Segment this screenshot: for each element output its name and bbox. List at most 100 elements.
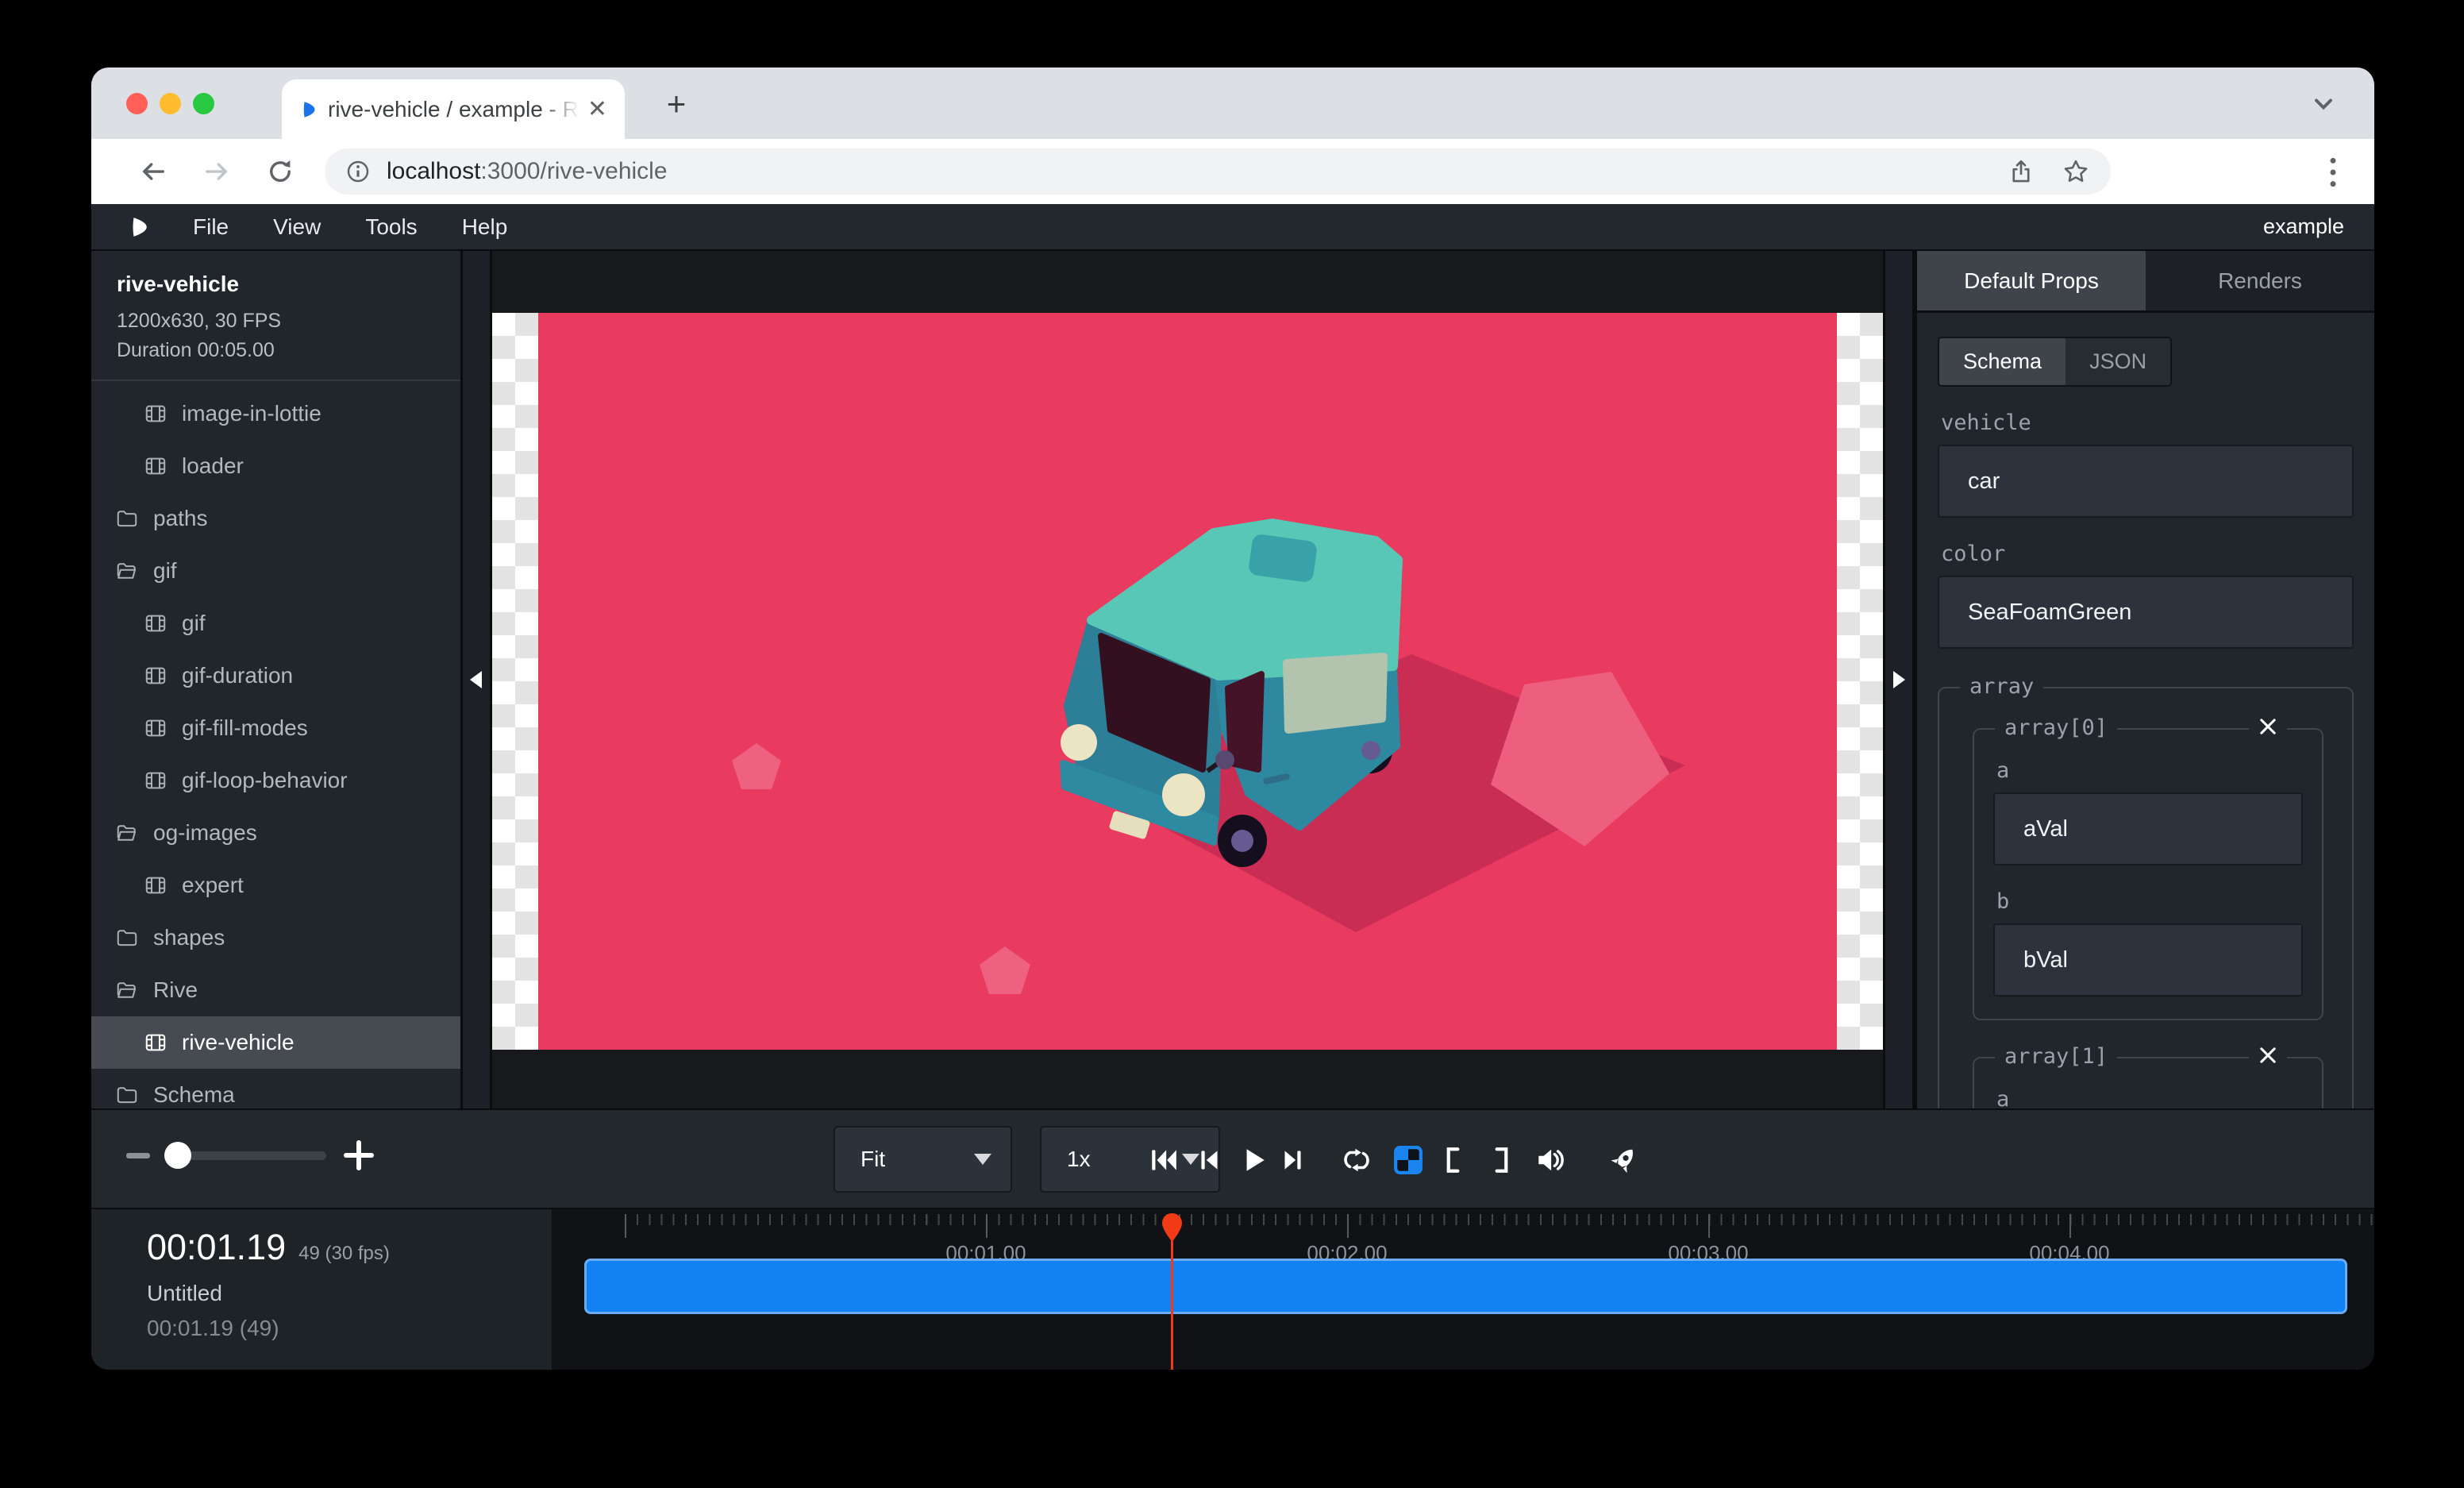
forward-icon[interactable] — [202, 157, 231, 186]
sidebar-item-gif-folder[interactable]: gif — [91, 545, 460, 597]
next-frame-icon[interactable] — [1277, 1145, 1307, 1175]
file-sidebar: rive-vehicle 1200x630, 30 FPS Duration 0… — [91, 251, 460, 1108]
item-label: shapes — [153, 925, 225, 950]
film-icon — [144, 454, 167, 478]
skip-to-start-icon[interactable] — [1149, 1145, 1179, 1175]
zoom-in-button[interactable] — [344, 1140, 374, 1170]
tab-default-props[interactable]: Default Props — [1917, 251, 2146, 310]
chevron-down-icon — [974, 1154, 991, 1165]
menu-help[interactable]: Help — [462, 214, 508, 240]
item-label: gif-duration — [182, 663, 293, 688]
timeline-track[interactable]: 00:01.00 00:02.00 00:03.00 00:04.00 — [552, 1209, 2374, 1370]
folder-icon — [115, 507, 139, 530]
app-logo-icon — [128, 215, 152, 239]
fit-dropdown[interactable]: Fit — [834, 1126, 1012, 1193]
back-icon[interactable] — [139, 157, 167, 186]
rocket-icon[interactable] — [1609, 1145, 1639, 1175]
sidebar-item-shapes[interactable]: shapes — [91, 912, 460, 964]
props-panel: Default Props Renders Schema JSON vehicl… — [1915, 251, 2374, 1108]
file-list: image-in-lottie loader paths gif — [91, 381, 460, 1108]
collapse-left-icon[interactable] — [470, 671, 482, 688]
close-icon — [2257, 1044, 2279, 1066]
film-icon — [144, 769, 167, 792]
vehicle-animation — [538, 313, 1837, 1050]
array-item-1-label: array[1] — [1995, 1044, 2117, 1069]
zoom-slider[interactable] — [167, 1151, 326, 1160]
project-header: rive-vehicle 1200x630, 30 FPS Duration 0… — [91, 251, 460, 381]
animation-canvas[interactable] — [538, 313, 1837, 1050]
sidebar-item-rive-vehicle[interactable]: rive-vehicle — [91, 1016, 460, 1069]
transparency-toggle-icon[interactable] — [1393, 1145, 1423, 1175]
speed-dropdown[interactable]: 1x — [1040, 1126, 1220, 1193]
vehicle-input[interactable]: car — [1938, 445, 2354, 518]
project-duration: Duration 00:05.00 — [117, 336, 437, 365]
browser-window: rive-vehicle / example - Remot ✕ + local… — [91, 67, 2374, 1370]
field-label-a: a — [1996, 1087, 2303, 1108]
array-0-b-input[interactable]: bVal — [1993, 923, 2303, 996]
loop-icon[interactable] — [1342, 1145, 1372, 1175]
array-0-a-input[interactable]: aVal — [1993, 792, 2303, 865]
sidebar-item-loader[interactable]: loader — [91, 440, 460, 492]
field-label-color: color — [1941, 542, 2354, 566]
sidebar-item-schema[interactable]: Schema — [91, 1069, 460, 1108]
film-icon — [144, 402, 167, 426]
item-label: Schema — [153, 1082, 235, 1108]
sidebar-item-gif-loop-behavior[interactable]: gif-loop-behavior — [91, 754, 460, 807]
time-ruler[interactable] — [552, 1214, 2374, 1241]
left-panel-splitter[interactable] — [460, 251, 492, 1108]
film-icon — [144, 873, 167, 897]
item-label: gif-fill-modes — [182, 715, 308, 741]
close-window-button[interactable] — [126, 93, 148, 114]
item-label: rive-vehicle — [182, 1030, 295, 1055]
toggle-schema[interactable]: Schema — [1939, 338, 2066, 385]
toggle-json[interactable]: JSON — [2066, 338, 2170, 385]
remove-array-item-0-button[interactable] — [2249, 715, 2287, 748]
field-label-vehicle: vehicle — [1941, 411, 2354, 435]
collapse-right-icon[interactable] — [1893, 671, 1905, 688]
sidebar-item-gif-duration[interactable]: gif-duration — [91, 650, 460, 702]
color-input[interactable]: SeaFoamGreen — [1938, 576, 2354, 649]
sidebar-item-rive[interactable]: Rive — [91, 964, 460, 1016]
zoom-window-button[interactable] — [193, 93, 214, 114]
new-tab-button[interactable]: + — [659, 88, 694, 123]
tab-renders[interactable]: Renders — [2146, 251, 2374, 310]
sidebar-item-gif-fill-modes[interactable]: gif-fill-modes — [91, 702, 460, 754]
menu-view[interactable]: View — [273, 214, 321, 240]
schema-json-toggle: Schema JSON — [1938, 337, 2172, 387]
bookmark-star-icon[interactable] — [2062, 157, 2090, 186]
in-point-bracket-icon[interactable] — [1438, 1145, 1468, 1175]
tab-close-icon[interactable]: ✕ — [587, 98, 607, 121]
volume-icon[interactable] — [1534, 1145, 1565, 1175]
address-bar[interactable]: localhost:3000/rive-vehicle — [325, 148, 2111, 195]
menu-tools[interactable]: Tools — [365, 214, 417, 240]
chevron-down-icon[interactable] — [2309, 90, 2338, 118]
playhead-handle[interactable] — [1161, 1212, 1183, 1243]
track-time: 00:01.19 (49) — [147, 1316, 552, 1341]
array-group: array array[0] a aVal b bVal — [1938, 687, 2354, 1108]
right-panel-splitter[interactable] — [1883, 251, 1915, 1108]
sidebar-item-og-images[interactable]: og-images — [91, 807, 460, 859]
timeline-clip-bar[interactable] — [584, 1259, 2347, 1314]
menu-file[interactable]: File — [193, 214, 229, 240]
sidebar-item-image-in-lottie[interactable]: image-in-lottie — [91, 387, 460, 440]
minimize-window-button[interactable] — [160, 93, 181, 114]
previous-frame-icon[interactable] — [1195, 1145, 1225, 1175]
reload-icon[interactable] — [266, 157, 295, 186]
play-icon[interactable] — [1238, 1145, 1269, 1175]
browser-tab[interactable]: rive-vehicle / example - Remot ✕ — [282, 79, 625, 139]
sidebar-item-paths[interactable]: paths — [91, 492, 460, 545]
field-label-b: b — [1996, 889, 2303, 914]
folder-icon — [115, 1083, 139, 1107]
browser-menu-icon[interactable] — [2319, 155, 2347, 190]
sidebar-item-gif[interactable]: gif — [91, 597, 460, 650]
share-icon[interactable] — [2008, 158, 2035, 185]
timeline-info: 00:01.1949 (30 fps) Untitled 00:01.19 (4… — [91, 1209, 552, 1370]
site-info-icon[interactable] — [345, 159, 371, 184]
out-point-bracket-icon[interactable] — [1487, 1145, 1517, 1175]
zoom-out-button[interactable] — [126, 1153, 150, 1158]
zoom-slider-thumb[interactable] — [164, 1142, 191, 1169]
sidebar-item-expert[interactable]: expert — [91, 859, 460, 912]
frame-info: 49 (30 fps) — [298, 1243, 390, 1264]
project-name: rive-vehicle — [117, 272, 437, 297]
remove-array-item-1-button[interactable] — [2249, 1044, 2287, 1077]
